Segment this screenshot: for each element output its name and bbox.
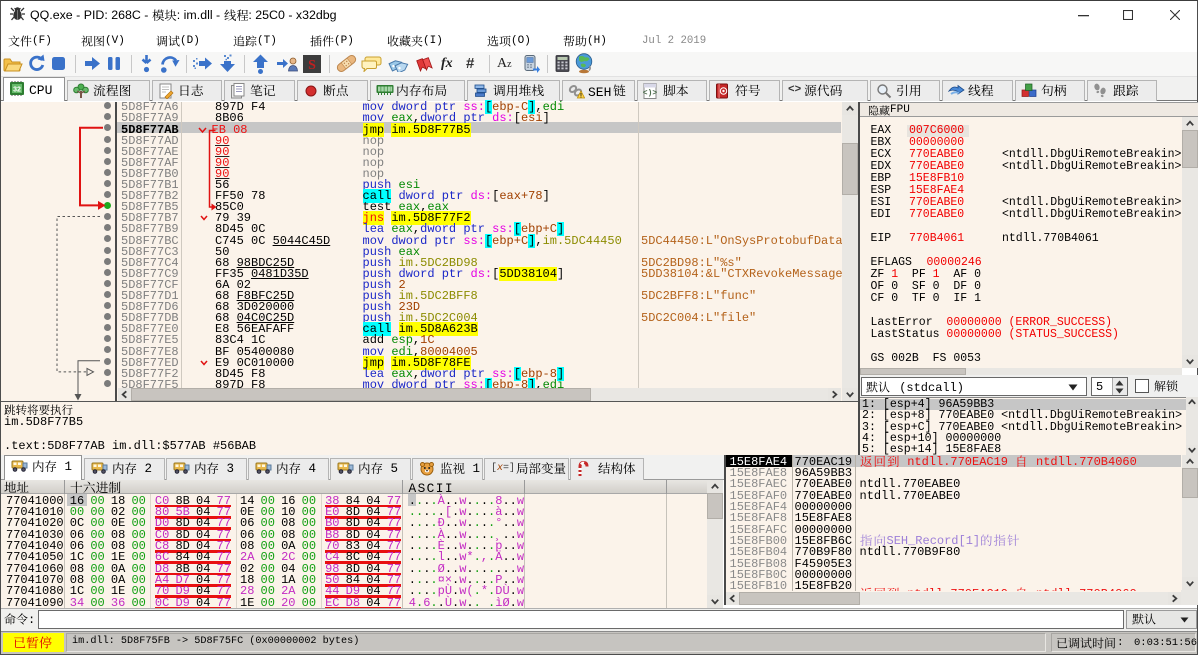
svg-text:S: S <box>308 58 316 73</box>
svg-text:!: ! <box>580 94 582 99</box>
svg-text:<)>: <)> <box>643 89 657 98</box>
svg-text:32: 32 <box>13 87 21 94</box>
